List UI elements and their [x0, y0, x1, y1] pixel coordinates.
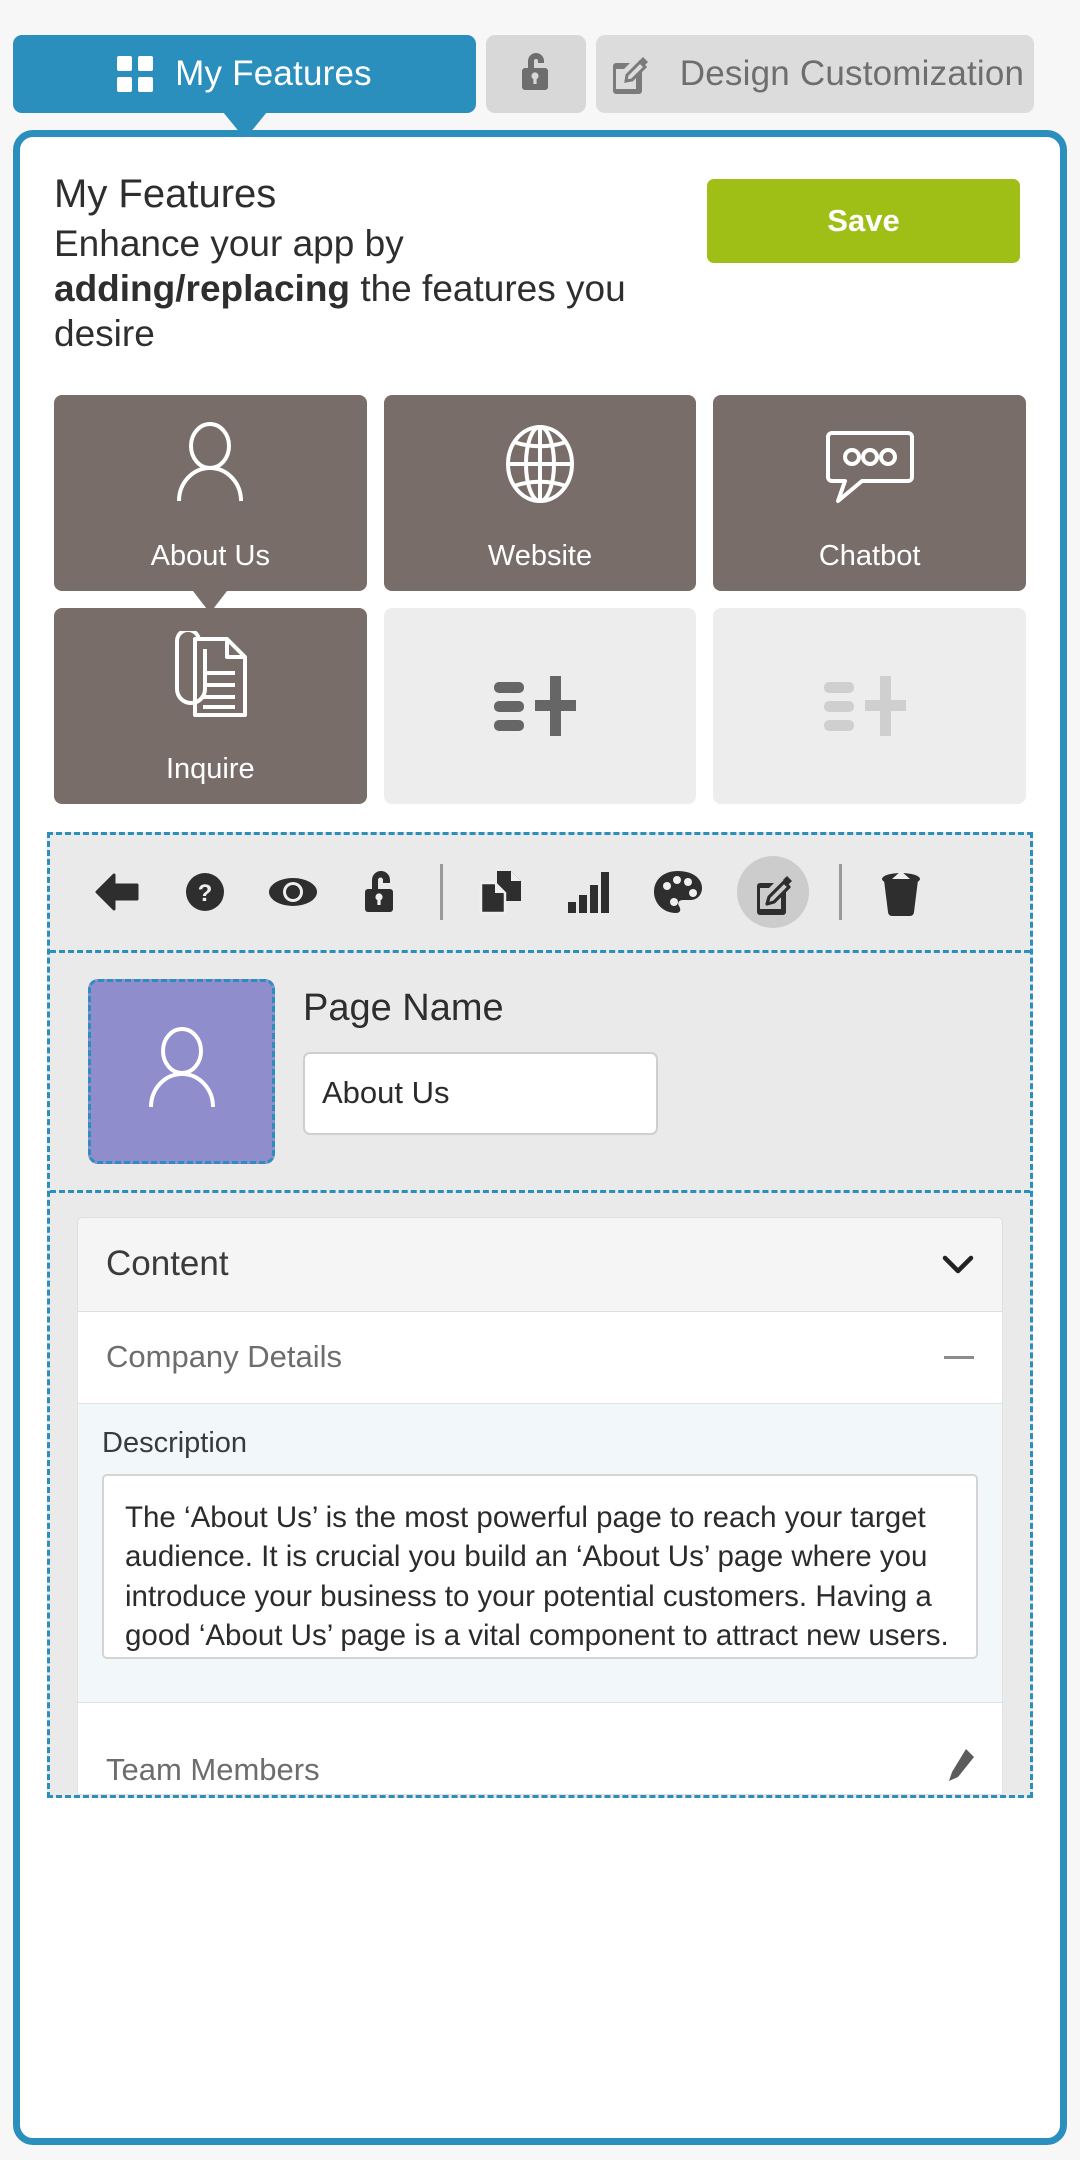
header-text-block: My Features Enhance your app by adding/r…	[54, 171, 674, 357]
add-feature-icon	[823, 608, 916, 804]
section-header-team-members[interactable]: Team Members	[77, 1702, 1003, 1795]
trash-icon[interactable]	[872, 863, 930, 921]
page-editor-panel: ? Page Name About Us Content Company Det…	[47, 831, 1033, 1798]
lock-icon	[517, 49, 555, 100]
tab-design-customization[interactable]: Design Customization	[596, 35, 1034, 113]
feature-tile-inquire[interactable]: Inquire	[54, 607, 367, 804]
bar-chart-icon[interactable]	[561, 863, 619, 921]
pencil-icon	[944, 1748, 974, 1788]
page-name-label: Page Name	[303, 986, 504, 1029]
save-button[interactable]: Save	[707, 179, 1020, 263]
chat-bubble-icon	[822, 395, 918, 534]
toolbar-separator	[440, 864, 443, 921]
copy-pages-icon[interactable]	[473, 863, 531, 921]
feature-tile-chatbot[interactable]: Chatbot	[713, 394, 1026, 591]
accordion-header-label: Content	[106, 1244, 229, 1284]
lock-open-icon[interactable]	[352, 863, 410, 921]
toolbar-separator	[839, 864, 842, 921]
description-textarea[interactable]	[102, 1473, 978, 1659]
tab-design-customization-label: Design Customization	[679, 54, 1025, 93]
page-name-column: Page Name	[303, 979, 992, 1135]
page-thumbnail[interactable]	[88, 978, 275, 1164]
content-accordion: Content Company Details Description Team…	[50, 1193, 1030, 1795]
person-icon	[142, 1025, 222, 1118]
feature-tile-label: Inquire	[165, 752, 255, 785]
feature-tile-about-us[interactable]: About Us	[54, 394, 367, 591]
subtitle-bold: adding/replacing	[54, 268, 351, 310]
feature-tile-label: Website	[487, 539, 593, 572]
page-title: My Features	[54, 172, 277, 216]
field-group-description: Description	[77, 1403, 1003, 1703]
section-header-company-details[interactable]: Company Details	[77, 1311, 1003, 1404]
grid-icon	[117, 56, 154, 92]
subtitle-part1: Enhance your app by	[54, 223, 404, 265]
tab-lock[interactable]	[486, 35, 586, 113]
card-header: My Features Enhance your app by adding/r…	[20, 137, 1060, 357]
page-name-input[interactable]	[303, 1051, 658, 1135]
feature-tile-website[interactable]: Website	[383, 394, 697, 591]
edit-square-icon	[606, 50, 650, 99]
section-label: Team Members	[106, 1751, 320, 1787]
accordion-header-content[interactable]: Content	[77, 1216, 1003, 1312]
my-features-card: My Features Enhance your app by adding/r…	[13, 130, 1067, 2145]
feature-tile-label: Chatbot	[818, 539, 921, 572]
edit-square-icon[interactable]	[737, 856, 809, 929]
minus-icon	[944, 1355, 974, 1359]
page-toolbar: ?	[50, 835, 1030, 953]
person-icon	[171, 395, 249, 534]
feature-tiles-grid: About Us Website Chatbot Inquire	[20, 357, 1060, 804]
eye-icon[interactable]	[264, 863, 322, 921]
question-circle-icon[interactable]: ?	[176, 863, 234, 921]
description-label: Description	[102, 1426, 248, 1459]
svg-text:?: ?	[198, 880, 213, 907]
section-label: Company Details	[106, 1339, 343, 1375]
back-arrow-icon[interactable]	[88, 863, 146, 921]
tab-my-features-label: My Features	[175, 54, 372, 93]
feature-tile-add-1[interactable]	[383, 607, 697, 804]
add-feature-icon	[493, 608, 586, 804]
feature-tile-label: About Us	[150, 539, 270, 572]
document-clip-icon	[169, 608, 251, 747]
page-subtitle: Enhance your app by adding/replacing the…	[54, 221, 674, 356]
tab-my-features[interactable]: My Features	[13, 35, 476, 113]
feature-tile-add-2[interactable]	[713, 607, 1026, 804]
page-name-row: Page Name	[50, 953, 1030, 1193]
palette-icon[interactable]	[649, 863, 707, 921]
chevron-down-icon	[942, 1248, 974, 1280]
tab-bar: My Features Design Customization	[0, 0, 1080, 130]
globe-icon	[497, 395, 583, 534]
